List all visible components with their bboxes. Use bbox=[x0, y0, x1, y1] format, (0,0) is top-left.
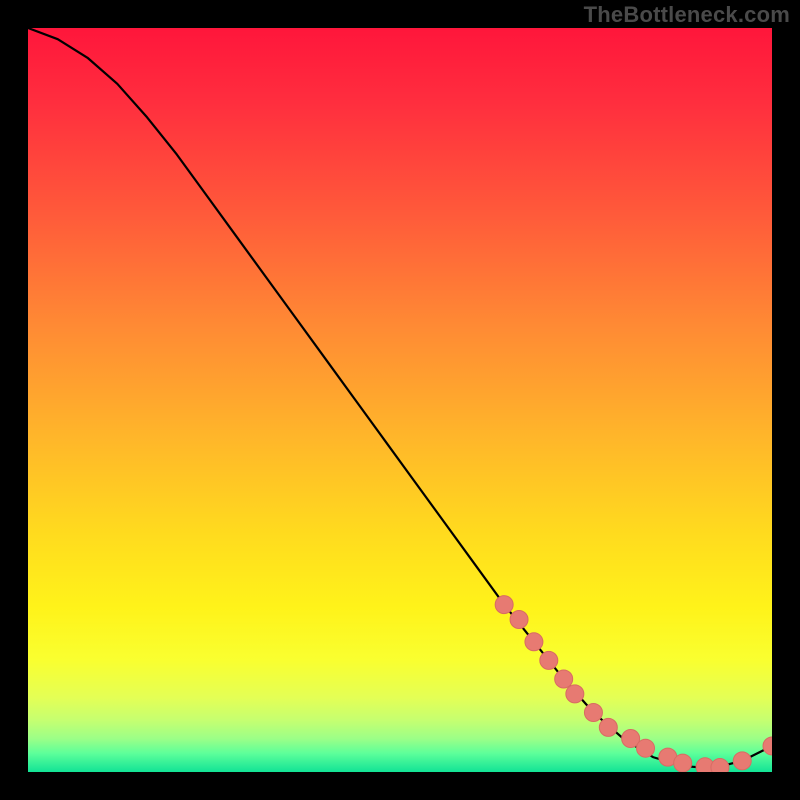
data-marker bbox=[599, 718, 617, 736]
data-marker bbox=[525, 633, 543, 651]
data-marker bbox=[674, 754, 692, 772]
data-marker bbox=[555, 670, 573, 688]
plot-area bbox=[28, 28, 772, 772]
data-marker bbox=[495, 596, 513, 614]
data-marker bbox=[637, 739, 655, 757]
watermark-text: TheBottleneck.com bbox=[584, 2, 790, 28]
data-marker bbox=[584, 703, 602, 721]
data-marker bbox=[566, 685, 584, 703]
gradient-background bbox=[28, 28, 772, 772]
data-marker bbox=[711, 759, 729, 772]
chart-svg bbox=[28, 28, 772, 772]
data-marker bbox=[510, 610, 528, 628]
chart-stage: TheBottleneck.com bbox=[0, 0, 800, 800]
data-marker bbox=[540, 651, 558, 669]
data-marker bbox=[733, 752, 751, 770]
